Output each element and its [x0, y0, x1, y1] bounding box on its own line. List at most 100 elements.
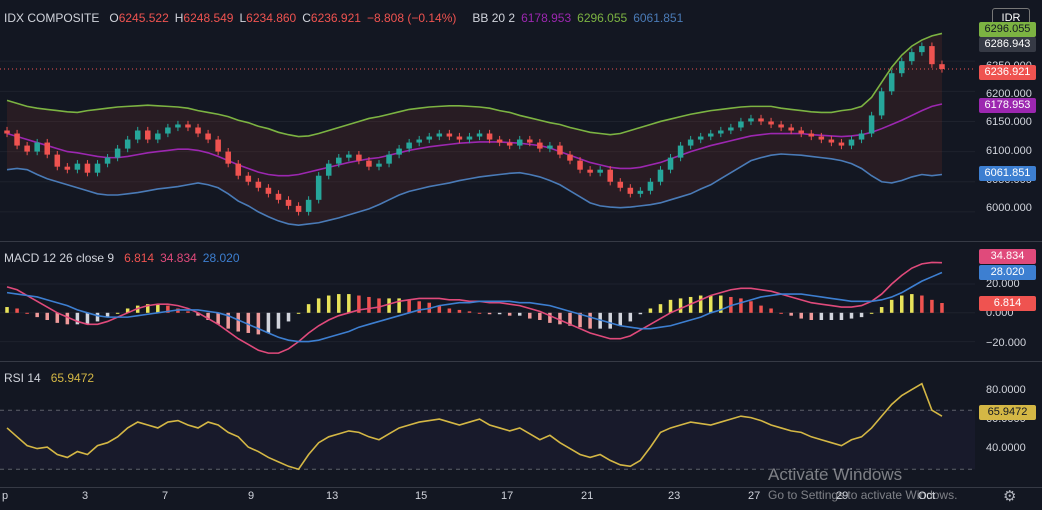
candle-body	[537, 142, 543, 149]
macd-histogram-bar	[889, 299, 894, 313]
candle-body	[547, 145, 553, 149]
macd-histogram-bar	[186, 311, 190, 313]
candle-body	[868, 115, 875, 134]
macd-histogram-bar	[849, 312, 854, 319]
macd-histogram-bar	[517, 312, 522, 316]
candle-body	[818, 136, 825, 140]
candle-body	[315, 175, 322, 200]
candle-body	[325, 163, 332, 176]
macd-histogram-bar	[869, 312, 874, 314]
macd-histogram-bar	[487, 312, 492, 315]
open-value: 6245.522	[118, 11, 169, 25]
rsi-label[interactable]: RSI 14	[4, 371, 41, 385]
candle-body	[929, 46, 935, 65]
candle-body	[557, 145, 563, 155]
candle-body	[677, 145, 684, 158]
macd-pane[interactable]: MACD 12 26 close 9 6.814 34.834 28.020	[0, 242, 975, 361]
candle-body	[597, 169, 603, 173]
macd-histogram-bar	[859, 312, 864, 318]
macd-histogram-bar	[538, 312, 542, 320]
bb-label[interactable]: BB 20 2	[472, 11, 515, 25]
candle-body	[34, 142, 40, 152]
macd-histogram-bar	[789, 312, 793, 316]
candle-body	[426, 136, 433, 140]
macd-histogram-bar	[528, 312, 532, 319]
candle-body	[888, 73, 895, 92]
candle-body	[145, 130, 151, 140]
low-label: L	[239, 11, 247, 25]
macd-histogram-bar	[839, 312, 844, 320]
rsi-tick: 80.0000	[986, 384, 1026, 396]
candle-body	[24, 145, 30, 152]
candle-body	[848, 139, 855, 146]
candle-body	[376, 163, 382, 167]
macd-histogram-bar	[35, 312, 39, 318]
open-value-group: O6245.522	[109, 11, 168, 25]
candle-body	[728, 127, 734, 131]
candle-body	[657, 169, 664, 182]
candle-body	[255, 181, 262, 188]
candle-body	[4, 130, 10, 134]
macd-histogram-bar	[85, 312, 90, 325]
macd-histogram-bar	[628, 312, 633, 322]
macd-histogram-bar	[648, 308, 653, 313]
bb-basis-value: 6178.953	[521, 11, 572, 25]
candle-body	[366, 160, 372, 167]
candle-body	[647, 181, 654, 191]
macd-histogram-bar	[45, 312, 49, 320]
macd-histogram-bar	[769, 308, 773, 313]
candle-body	[687, 139, 694, 146]
price-pane[interactable]: IDX COMPOSITE O6245.522 H6248.549 L6234.…	[0, 0, 975, 241]
candle-body	[718, 130, 724, 134]
macd-histogram-bar	[799, 312, 803, 319]
rsi-legend: RSI 14 65.9472	[4, 371, 94, 385]
change-value: −8.808 (−0.14%)	[366, 11, 457, 25]
gear-icon[interactable]: ⚙	[1003, 487, 1016, 505]
macd-histogram-bar	[367, 296, 371, 313]
rsi-band-fill	[0, 410, 975, 470]
candle-body	[617, 181, 624, 188]
candle-body	[356, 154, 362, 161]
candle-body	[527, 139, 533, 143]
macd-histogram-bar	[236, 312, 241, 332]
bb-upper-value: 6296.055	[577, 11, 628, 25]
close-value: 6236.921	[310, 11, 361, 25]
macd-histogram-bar	[940, 303, 944, 313]
macd-histogram-bar	[638, 312, 643, 315]
candle-body	[185, 124, 191, 128]
macd-tick: −20.000	[986, 337, 1027, 349]
macd-histogram-bar	[457, 309, 462, 313]
candle-body	[346, 154, 352, 158]
candle-body	[265, 187, 272, 194]
candle-body	[506, 142, 513, 146]
activate-windows-subtitle: Go to Settings to activate Windows.	[768, 488, 958, 502]
bollinger-band-fill	[7, 33, 942, 226]
macd-signal-value: 28.020	[202, 251, 240, 265]
macd-line-tag: 34.834	[979, 249, 1036, 264]
macd-histogram-bar	[407, 299, 411, 313]
time-tick: 17	[501, 490, 514, 502]
macd-histogram-bar	[347, 294, 351, 313]
time-tick: 21	[581, 490, 594, 502]
macd-histogram-bar	[337, 294, 341, 313]
last-price-tag: 6236.921	[979, 65, 1036, 80]
candle-body	[486, 133, 493, 140]
candle-body	[768, 121, 774, 125]
symbol-name[interactable]: IDX COMPOSITE	[4, 11, 99, 25]
candle-body	[838, 142, 845, 146]
macd-histogram-bar	[608, 312, 612, 329]
macd-histogram-bar	[749, 301, 753, 313]
bb-basis-price-tag: 6178.953	[979, 98, 1036, 113]
candle-body	[778, 124, 784, 128]
open-label: O	[109, 11, 119, 25]
price-tick: 6150.000	[986, 116, 1032, 128]
candle-body	[898, 61, 905, 74]
macd-label[interactable]: MACD 12 26 close 9	[4, 251, 114, 265]
candle-body	[64, 166, 71, 170]
time-tick: 27	[748, 490, 761, 502]
candle-body	[798, 130, 804, 134]
candle-body	[124, 139, 131, 149]
candle-body	[939, 64, 945, 70]
macd-histogram-bar	[316, 298, 321, 313]
price-chart[interactable]	[0, 0, 975, 241]
